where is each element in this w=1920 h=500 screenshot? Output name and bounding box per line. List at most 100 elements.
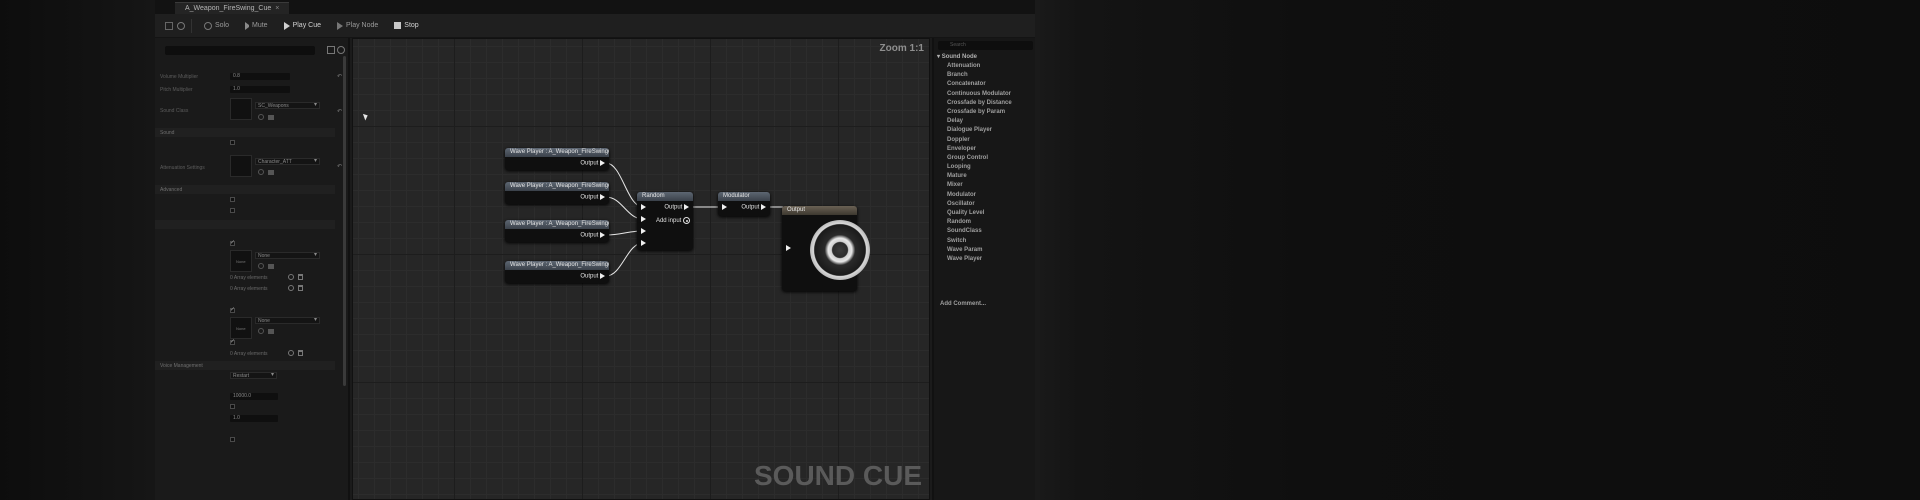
- palette-item[interactable]: Crossfade by Param: [947, 108, 1012, 117]
- output-pin[interactable]: Output: [741, 204, 766, 211]
- section-voice-management[interactable]: Voice Management: [155, 361, 335, 370]
- palette-item[interactable]: Doppler: [947, 136, 1012, 145]
- play-node-button[interactable]: Play Node: [331, 17, 384, 35]
- play-cue-button[interactable]: Play Cue: [278, 17, 327, 35]
- details-search-input[interactable]: [165, 46, 315, 55]
- concurrency-combo[interactable]: None: [255, 252, 320, 259]
- palette-item[interactable]: Attenuation: [947, 62, 1012, 71]
- trash-icon[interactable]: [298, 350, 303, 356]
- wave-player-node[interactable]: Wave Player : A_Weapon_FireSwing02 Outpu…: [505, 182, 609, 204]
- folder-icon[interactable]: [268, 170, 274, 175]
- input-pin[interactable]: [641, 240, 646, 247]
- palette-item[interactable]: Mixer: [947, 181, 1012, 190]
- palette-item[interactable]: Looping: [947, 163, 1012, 172]
- wave-player-node[interactable]: Wave Player : A_Weapon_FireSwing04 Outpu…: [505, 261, 609, 283]
- add-comment-item[interactable]: Add Comment...: [940, 301, 986, 307]
- sound-class-thumbnail[interactable]: [230, 98, 252, 120]
- find-icon[interactable]: [177, 21, 185, 30]
- option-checkbox[interactable]: [230, 338, 235, 345]
- mute-button[interactable]: Mute: [239, 17, 274, 35]
- settings-icon[interactable]: [337, 46, 345, 54]
- browse-icon[interactable]: [258, 169, 264, 175]
- input-pin[interactable]: [722, 204, 727, 211]
- override-concurrency-checkbox[interactable]: [230, 239, 235, 246]
- palette-item[interactable]: Random: [947, 218, 1012, 227]
- grid-icon[interactable]: [165, 21, 173, 30]
- palette-item[interactable]: SoundClass: [947, 227, 1012, 236]
- output-pin[interactable]: Output: [580, 232, 605, 239]
- palette-search-input[interactable]: Search: [938, 41, 1033, 50]
- palette-item[interactable]: Branch: [947, 71, 1012, 80]
- add-element-icon[interactable]: [288, 285, 294, 291]
- output-pin[interactable]: Output: [580, 273, 605, 280]
- max-distance-field[interactable]: 10000.0: [230, 393, 278, 400]
- palette-item[interactable]: Continuous Modulator: [947, 90, 1012, 99]
- option-checkbox[interactable]: [230, 197, 235, 202]
- sound-class-combo[interactable]: SC_Weapons: [255, 102, 320, 109]
- option-checkbox[interactable]: [230, 208, 235, 213]
- palette-item[interactable]: Switch: [947, 237, 1012, 246]
- input-pin[interactable]: [786, 245, 791, 252]
- output-pin[interactable]: Output: [664, 204, 689, 211]
- output-node[interactable]: Output: [782, 206, 870, 291]
- attenuation-combo[interactable]: Character_ATT: [255, 158, 320, 165]
- input-pin[interactable]: [641, 204, 646, 211]
- add-element-icon[interactable]: [288, 350, 294, 356]
- trash-icon[interactable]: [298, 285, 303, 291]
- trash-icon[interactable]: [298, 274, 303, 280]
- palette-item[interactable]: Modulator: [947, 191, 1012, 200]
- palette-item[interactable]: Enveloper: [947, 145, 1012, 154]
- reset-arrow-icon[interactable]: ↶: [337, 163, 342, 170]
- volume-multiplier-field[interactable]: 0.8: [230, 73, 290, 80]
- reset-arrow-icon[interactable]: ↶: [337, 108, 342, 115]
- folder-icon[interactable]: [268, 115, 274, 120]
- sound-cue-graph[interactable]: Zoom 1:1 Wave Player : A_Weapon_FireSwin…: [352, 38, 930, 500]
- browse-icon[interactable]: [258, 114, 264, 120]
- palette-item[interactable]: Quality Level: [947, 209, 1012, 218]
- option-checkbox[interactable]: [230, 404, 235, 409]
- palette-item[interactable]: Oscillator: [947, 200, 1012, 209]
- property-matrix-icon[interactable]: [327, 46, 335, 54]
- wave-player-node[interactable]: Wave Player : A_Weapon_FireSwing03 Outpu…: [505, 220, 609, 242]
- wave-player-node[interactable]: Wave Player : A_Weapon_FireSwing01 Outpu…: [505, 148, 609, 170]
- submix-combo[interactable]: None: [255, 317, 320, 324]
- section-concurrency[interactable]: [155, 220, 335, 229]
- stop-button[interactable]: Stop: [388, 17, 424, 35]
- virtualization-mode-combo[interactable]: Restart: [230, 372, 277, 379]
- section-advanced[interactable]: Advanced: [155, 185, 335, 194]
- section-sound[interactable]: Sound: [155, 128, 335, 137]
- add-input-button[interactable]: Add input: [656, 217, 690, 224]
- attenuation-thumbnail[interactable]: [230, 155, 252, 177]
- concurrency-thumbnail[interactable]: None: [230, 250, 252, 272]
- palette-item[interactable]: Dialogue Player: [947, 126, 1012, 135]
- folder-icon[interactable]: [268, 329, 274, 334]
- option-checkbox[interactable]: [230, 437, 235, 442]
- palette-category[interactable]: ▾ Sound Node: [937, 53, 977, 60]
- close-icon[interactable]: ×: [275, 5, 279, 12]
- input-pin[interactable]: [641, 216, 646, 223]
- palette-item[interactable]: Delay: [947, 117, 1012, 126]
- details-scrollbar[interactable]: [343, 56, 346, 386]
- override-attenuation-checkbox[interactable]: [230, 140, 235, 145]
- palette-item[interactable]: Wave Param: [947, 246, 1012, 255]
- reset-arrow-icon[interactable]: ↶: [337, 73, 342, 80]
- palette-item[interactable]: Wave Player: [947, 255, 1012, 264]
- folder-icon[interactable]: [268, 264, 274, 269]
- palette-item[interactable]: Concatenator: [947, 80, 1012, 89]
- palette-item[interactable]: Mature: [947, 172, 1012, 181]
- input-pin[interactable]: [641, 228, 646, 235]
- option-checkbox[interactable]: [230, 306, 235, 313]
- pitch-multiplier-field[interactable]: 1.0: [230, 86, 290, 93]
- submix-thumbnail[interactable]: None: [230, 317, 252, 339]
- solo-button[interactable]: Solo: [198, 17, 235, 35]
- document-tab[interactable]: A_Weapon_FireSwing_Cue ×: [175, 2, 290, 14]
- priority-field[interactable]: 1.0: [230, 415, 278, 422]
- modulator-node[interactable]: Modulator Output: [718, 192, 770, 216]
- browse-icon[interactable]: [258, 328, 264, 334]
- random-node[interactable]: Random Output Add input: [637, 192, 693, 250]
- output-pin[interactable]: Output: [580, 194, 605, 201]
- browse-icon[interactable]: [258, 263, 264, 269]
- palette-item[interactable]: Crossfade by Distance: [947, 99, 1012, 108]
- add-element-icon[interactable]: [288, 274, 294, 280]
- output-pin[interactable]: Output: [580, 160, 605, 167]
